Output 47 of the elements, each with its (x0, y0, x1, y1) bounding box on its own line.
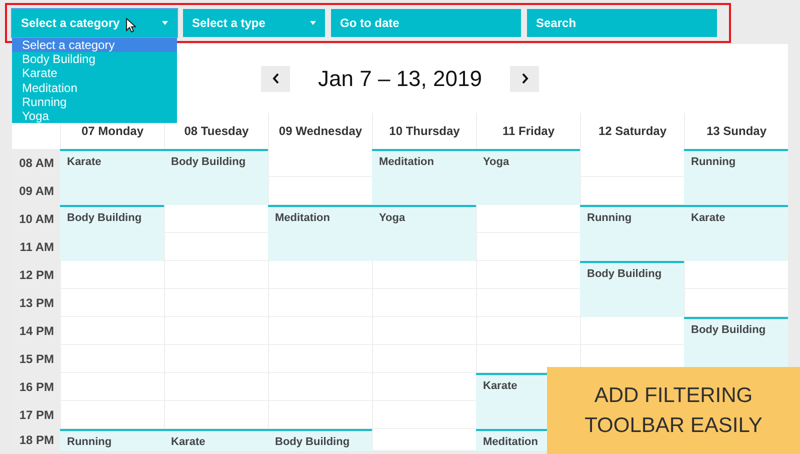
chevron-left-icon (272, 73, 280, 84)
empty-time-slot[interactable] (268, 177, 372, 205)
event-block[interactable]: Body Building (60, 205, 164, 261)
banner-text: ADD FILTERING TOOLBAR EASILY (584, 382, 764, 438)
hour-label: 13 PM (12, 289, 60, 317)
event-block[interactable]: Karate (164, 429, 268, 451)
empty-time-slot[interactable] (580, 177, 684, 205)
hour-label: 17 PM (12, 401, 60, 429)
hour-label: 12 PM (12, 261, 60, 289)
empty-time-slot[interactable] (164, 205, 268, 233)
event-block[interactable]: Meditation (372, 149, 476, 205)
previous-button[interactable] (261, 66, 290, 92)
hour-label: 09 AM (12, 177, 60, 205)
event-block[interactable]: Meditation (268, 205, 372, 261)
event-block[interactable]: Body Building (268, 429, 372, 451)
event-block[interactable]: Running (684, 149, 788, 205)
event-block[interactable]: Body Building (164, 149, 268, 205)
event-block[interactable]: Yoga (372, 205, 476, 261)
empty-time-slot[interactable] (476, 233, 580, 261)
event-block[interactable]: Yoga (476, 149, 580, 205)
next-button[interactable] (510, 66, 539, 92)
empty-time-slot[interactable] (684, 289, 788, 317)
empty-time-slot[interactable] (268, 149, 372, 177)
hour-label: 16 PM (12, 373, 60, 401)
event-block[interactable]: Body Building (580, 261, 684, 317)
hour-label: 10 AM (12, 205, 60, 233)
chevron-right-icon (520, 73, 528, 84)
dropdown-option[interactable]: Select a category (12, 38, 177, 52)
search-field[interactable]: Search (527, 9, 717, 37)
empty-time-slot[interactable] (164, 233, 268, 261)
event-block[interactable]: Running (60, 429, 164, 451)
empty-time-slot[interactable] (476, 205, 580, 233)
caret-icon (310, 21, 316, 25)
event-block[interactable]: Karate (684, 205, 788, 261)
empty-time-slot[interactable] (684, 261, 788, 289)
hour-label: 11 AM (12, 233, 60, 261)
hour-label: 14 PM (12, 317, 60, 345)
cursor-icon (126, 18, 136, 33)
hour-label: 18 PM (12, 429, 60, 451)
event-block[interactable]: Running (580, 205, 684, 261)
date-field[interactable]: Go to date (331, 9, 521, 37)
empty-time-slot[interactable] (580, 149, 684, 177)
caret-icon (162, 21, 168, 25)
date-range-title: Jan 7 – 13, 2019 (317, 66, 483, 92)
hour-label: 08 AM (12, 149, 60, 177)
event-block[interactable]: Karate (60, 149, 164, 205)
hour-label: 15 PM (12, 345, 60, 373)
